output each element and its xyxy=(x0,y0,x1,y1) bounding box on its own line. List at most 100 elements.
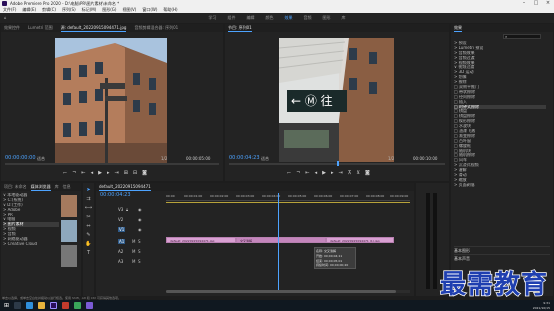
track-header-a1[interactable]: A1 M S xyxy=(98,239,164,246)
search-icon[interactable] xyxy=(14,302,22,309)
tab-libraries[interactable]: 库 xyxy=(55,183,59,191)
track-header-a2[interactable]: A2 M S xyxy=(98,249,164,256)
maximize-icon[interactable]: □ xyxy=(530,0,542,7)
thumbnail[interactable] xyxy=(61,245,77,267)
tab-sequence[interactable]: default_20220915094471 xyxy=(99,183,151,191)
tab-effect-controls[interactable]: 效果控件 xyxy=(4,24,20,32)
mark-out-icon[interactable]: ¬ xyxy=(296,170,300,176)
step-back-icon[interactable]: ◂ xyxy=(315,170,318,176)
workspace-tab-assembly[interactable]: 组件 xyxy=(228,13,236,23)
timeline-timecode[interactable]: 00:00:04:23 xyxy=(100,192,131,198)
tab-program[interactable]: 节目: 序列01 xyxy=(228,24,252,32)
step-forward-icon[interactable]: ▸ xyxy=(331,170,334,176)
start-icon[interactable]: ⊞ xyxy=(4,302,9,309)
source-timecode[interactable]: 00:00:00:00 xyxy=(5,155,36,161)
tab-lumetri-scopes[interactable]: Lumetri 范围 xyxy=(28,24,53,32)
insert-icon[interactable]: ⊞ xyxy=(124,170,128,176)
premiere-icon[interactable] xyxy=(50,302,58,309)
solo-icon[interactable]: S xyxy=(138,249,141,254)
transition-clip[interactable]: 交叉溶解 xyxy=(236,237,326,243)
track-select-icon[interactable]: ⇉ xyxy=(86,196,90,202)
app-icon[interactable] xyxy=(74,302,82,309)
track-header-a3[interactable]: A3 M S xyxy=(98,259,164,266)
razor-tool-icon[interactable]: ✂ xyxy=(86,214,90,220)
track-header-v3[interactable]: V3 🔒︎ ◉ xyxy=(98,207,164,214)
export-frame-icon[interactable]: ◙ xyxy=(142,170,147,176)
mark-out-icon[interactable]: ¬ xyxy=(72,170,76,176)
slip-tool-icon[interactable]: ⇔ xyxy=(86,223,90,229)
eye-icon[interactable]: ◉ xyxy=(138,217,142,222)
tab-source[interactable]: 源: default_20220915094471.jpg xyxy=(60,24,127,32)
go-to-out-icon[interactable]: ⇥ xyxy=(115,170,119,176)
tree-item[interactable]: > Creative Cloud xyxy=(3,242,59,247)
workspace-tab-graphics[interactable]: 图形 xyxy=(323,13,331,23)
eye-icon[interactable]: ◉ xyxy=(138,207,142,212)
thumbnail[interactable] xyxy=(61,220,77,242)
thumbnail[interactable] xyxy=(61,195,77,217)
timeline-ruler[interactable]: 00:00 00:00:01:00 00:00:02:00 00:00:03:0… xyxy=(166,193,410,201)
timeline-zoom-scrollbar[interactable] xyxy=(166,290,410,293)
go-to-out-icon[interactable]: ⇥ xyxy=(339,170,343,176)
source-ratio-dropdown[interactable]: 1/2 xyxy=(161,156,167,161)
source-video-frame[interactable] xyxy=(55,38,167,163)
source-fit-dropdown[interactable]: 适合 xyxy=(37,156,45,162)
export-frame-icon[interactable]: ◙ xyxy=(365,170,370,176)
mark-in-icon[interactable]: ⌐ xyxy=(63,170,67,176)
workspace-tab-audio[interactable]: 音频 xyxy=(304,13,312,23)
type-tool-icon[interactable]: T xyxy=(87,250,90,256)
tab-project[interactable]: 项目: 未命名 xyxy=(4,183,27,191)
extract-icon[interactable]: ⊻ xyxy=(356,170,360,176)
section-essential-sound[interactable]: 基本声音 xyxy=(454,254,550,262)
pen-tool-icon[interactable]: ✎ xyxy=(86,232,90,238)
go-to-in-icon[interactable]: ⇤ xyxy=(81,170,85,176)
effects-search-input[interactable]: ⌕ xyxy=(503,34,541,39)
step-forward-icon[interactable]: ▸ xyxy=(107,170,110,176)
close-icon[interactable]: × xyxy=(542,0,554,7)
eye-icon[interactable]: ◉ xyxy=(138,227,142,232)
step-back-icon[interactable]: ◂ xyxy=(91,170,94,176)
tab-media-browser[interactable]: 媒体浏览器 xyxy=(30,183,51,191)
solo-icon[interactable]: S xyxy=(138,259,141,264)
mute-icon[interactable]: M xyxy=(132,259,135,264)
selection-tool-icon[interactable]: ➤ xyxy=(86,187,90,193)
workspace-tab-color[interactable]: 颜色 xyxy=(266,13,274,23)
track-header-v1[interactable]: V1 ◉ xyxy=(98,227,164,234)
lift-icon[interactable]: ⊼ xyxy=(348,170,352,176)
timeline-clip[interactable]: default_20220915094471 (1).jpg xyxy=(326,237,394,243)
workspace-tab-learn[interactable]: 学习 xyxy=(209,13,217,23)
play-icon[interactable]: ▶ xyxy=(98,170,102,176)
minimize-icon[interactable]: – xyxy=(518,0,530,7)
ripple-edit-icon[interactable]: ⟷ xyxy=(85,205,92,211)
timeline-clip[interactable]: default_20220915094471.jpg xyxy=(166,237,236,243)
program-playhead[interactable] xyxy=(337,161,339,166)
app-icon[interactable] xyxy=(62,302,70,309)
hand-tool-icon[interactable]: ✋ xyxy=(85,241,91,247)
home-icon[interactable]: ⌂ xyxy=(4,13,7,23)
effects-item[interactable] xyxy=(454,212,546,217)
work-area-bar[interactable] xyxy=(166,202,410,203)
workspace-tab-editing[interactable]: 编辑 xyxy=(247,13,255,23)
app-icon[interactable] xyxy=(86,302,94,309)
edge-icon[interactable] xyxy=(26,302,34,309)
clock[interactable]: 9:31 2021/10/15 xyxy=(533,300,550,311)
workspace-tab-effects[interactable]: 效果 xyxy=(285,13,293,23)
timeline-playhead[interactable] xyxy=(278,193,279,290)
track-header-v2[interactable]: V2 ◉ xyxy=(98,217,164,224)
tab-info[interactable]: 信息 xyxy=(63,183,71,191)
source-scrubber[interactable] xyxy=(5,163,219,165)
scrollbar-thumb[interactable] xyxy=(166,290,396,293)
solo-icon[interactable]: S xyxy=(138,239,141,244)
explorer-icon[interactable] xyxy=(38,302,46,309)
mark-in-icon[interactable]: ⌐ xyxy=(287,170,291,176)
program-video-frame[interactable]: ← Ⓜ 往 xyxy=(279,38,394,162)
mute-icon[interactable]: M xyxy=(132,249,135,254)
tab-audio-clip-mixer[interactable]: 音频剪辑混合器: 序列01 xyxy=(134,24,178,32)
play-icon[interactable]: ▶ xyxy=(322,170,326,176)
program-timecode[interactable]: 00:00:04:23 xyxy=(229,155,260,161)
overwrite-icon[interactable]: ⊟ xyxy=(133,170,137,176)
mute-icon[interactable]: M xyxy=(132,239,135,244)
workspace-tab-libraries[interactable]: 库 xyxy=(342,13,346,23)
program-scrubber[interactable] xyxy=(229,161,445,166)
lock-icon[interactable]: 🔒︎ xyxy=(126,207,128,212)
program-ratio-dropdown[interactable]: 1/2 xyxy=(388,156,394,161)
